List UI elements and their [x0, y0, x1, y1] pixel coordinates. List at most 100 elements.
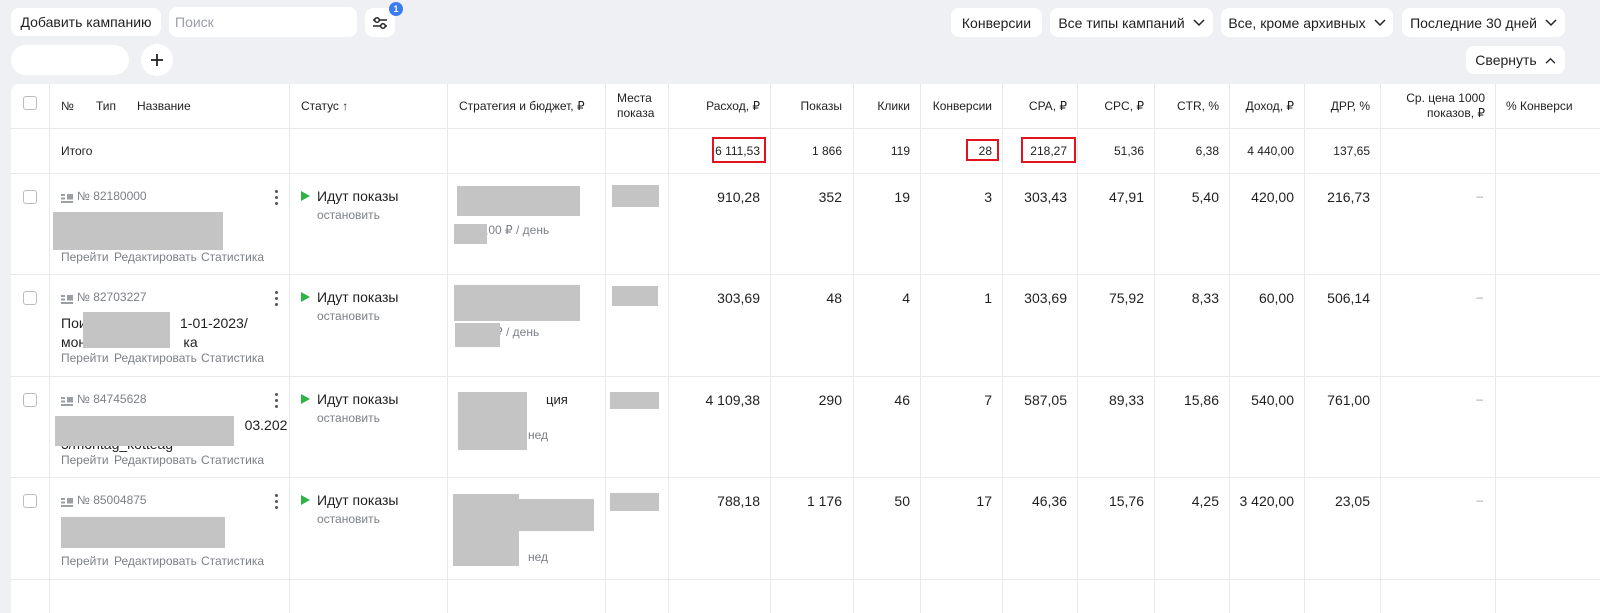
conversions-button[interactable]: Конверсии	[951, 8, 1042, 37]
row-checkbox[interactable]	[23, 494, 37, 508]
row-checkbox[interactable]	[23, 291, 37, 305]
cell-clicks: 46	[894, 392, 910, 408]
redacted-block	[610, 493, 659, 511]
campaign-id-text: № 82180000	[77, 189, 147, 203]
go-link[interactable]: Перейти	[61, 554, 109, 568]
stats-link[interactable]: Статистика	[201, 554, 264, 568]
cell-spend: 303,69	[717, 290, 760, 306]
header-clicks[interactable]: Клики	[877, 99, 910, 114]
cpm-value: –	[1476, 392, 1483, 406]
header-places[interactable]: Места показа	[617, 91, 654, 121]
cell-cpa: 303,69	[1024, 290, 1067, 306]
header-cpm-line2: показов, ₽	[1427, 106, 1485, 120]
redacted-block	[454, 224, 487, 244]
header-cpm[interactable]: Ср. цена 1000 показов, ₽	[1406, 91, 1485, 121]
cell-clicks: 19	[894, 189, 910, 205]
budget-text: нед	[528, 428, 549, 442]
totals-revenue: 4 440,00	[1247, 144, 1294, 158]
stats-link[interactable]: Статистика	[201, 351, 264, 365]
status-text: Идут показы	[317, 391, 399, 407]
add-filter-button[interactable]	[141, 44, 173, 76]
header-spend[interactable]: Расход, ₽	[706, 99, 760, 114]
saved-filter-pill[interactable]	[11, 45, 129, 75]
redacted-block	[610, 392, 659, 409]
archive-filter-dropdown[interactable]: Все, кроме архивных	[1221, 8, 1393, 37]
stop-link[interactable]: остановить	[317, 309, 380, 323]
collapse-label: Свернуть	[1475, 52, 1537, 68]
cell-ctr: 5,40	[1191, 189, 1219, 205]
edit-link[interactable]: Редактировать	[114, 453, 197, 467]
header-impressions[interactable]: Показы	[801, 99, 842, 114]
select-all-checkbox[interactable]	[23, 96, 37, 110]
header-ctr[interactable]: CTR, %	[1177, 99, 1219, 114]
edit-link[interactable]: Редактировать	[114, 250, 197, 264]
period-dropdown[interactable]: Последние 30 дней	[1402, 8, 1565, 37]
more-actions-icon[interactable]	[275, 190, 279, 205]
campaign-id-text: № 85004875	[77, 493, 147, 507]
redacted-block	[454, 285, 580, 321]
cell-impressions: 1 176	[806, 493, 842, 509]
totals-impressions: 1 866	[811, 144, 842, 158]
cell-revenue: 3 420,00	[1239, 493, 1295, 509]
cell-cpc: 89,33	[1108, 392, 1144, 408]
campaign-id[interactable]: № 82180000	[61, 189, 147, 203]
cell-impressions: 48	[826, 290, 842, 306]
totals-cpc: 51,36	[1113, 144, 1144, 158]
more-actions-icon[interactable]	[275, 393, 279, 408]
header-type[interactable]: Тип	[96, 99, 116, 114]
campaign-types-dropdown[interactable]: Все типы кампаний	[1050, 8, 1213, 37]
header-places-line2: показа	[617, 106, 655, 120]
cell-drr: 216,73	[1327, 189, 1370, 205]
campaign-id[interactable]: № 84745628	[61, 392, 147, 406]
status-text: Идут показы	[317, 492, 399, 508]
more-actions-icon[interactable]	[275, 291, 279, 306]
header-places-line1: Места	[617, 91, 652, 105]
chevron-down-icon	[1193, 18, 1205, 26]
cpm-value: –	[1476, 493, 1483, 507]
edit-link[interactable]: Редактировать	[114, 351, 197, 365]
campaign-id[interactable]: № 82703227	[61, 290, 147, 304]
row-checkbox[interactable]	[23, 190, 37, 204]
status-running: Идут показы	[301, 391, 398, 407]
status-running: Идут показы	[301, 492, 398, 508]
more-actions-icon[interactable]	[275, 494, 279, 509]
stop-link[interactable]: остановить	[317, 208, 380, 222]
status-text: Идут показы	[317, 289, 399, 305]
redacted-block	[83, 312, 170, 348]
stats-link[interactable]: Статистика	[201, 453, 264, 467]
collapse-button[interactable]: Свернуть	[1466, 46, 1565, 74]
header-num[interactable]: №	[61, 99, 74, 114]
row-checkbox[interactable]	[23, 393, 37, 407]
edit-link[interactable]: Редактировать	[114, 554, 197, 568]
campaign-type-icon	[61, 496, 73, 507]
go-link[interactable]: Перейти	[61, 453, 109, 467]
cell-spend: 788,18	[717, 493, 760, 509]
header-conversions[interactable]: Конверсии	[933, 99, 992, 114]
header-name[interactable]: Название	[137, 99, 191, 114]
redacted-block	[457, 186, 580, 216]
header-drr[interactable]: ДРР, %	[1331, 99, 1370, 114]
cell-clicks: 4	[902, 290, 910, 306]
header-cpc[interactable]: CPC, ₽	[1104, 99, 1144, 114]
search-input[interactable]: Поиск	[169, 7, 357, 37]
redacted-block	[612, 286, 658, 306]
go-link[interactable]: Перейти	[61, 351, 109, 365]
plus-icon	[151, 54, 163, 66]
header-conv-pct[interactable]: % Конверси	[1506, 99, 1573, 114]
cpm-value: –	[1476, 189, 1483, 203]
cell-impressions: 290	[818, 392, 842, 408]
header-revenue[interactable]: Доход, ₽	[1246, 99, 1294, 114]
campaign-id[interactable]: № 85004875	[61, 493, 147, 507]
campaign-type-icon	[61, 192, 73, 203]
stats-link[interactable]: Статистика	[201, 250, 264, 264]
stop-link[interactable]: остановить	[317, 411, 380, 425]
stop-link[interactable]: остановить	[317, 512, 380, 526]
redacted-block	[612, 185, 659, 207]
header-cpa[interactable]: CPA, ₽	[1029, 99, 1067, 114]
header-status[interactable]: Статус ↑	[301, 99, 348, 114]
go-link[interactable]: Перейти	[61, 250, 109, 264]
play-icon	[301, 495, 310, 505]
cell-cpa: 587,05	[1024, 392, 1067, 408]
add-campaign-button[interactable]: Добавить кампанию	[11, 8, 161, 36]
header-strategy[interactable]: Стратегия и бюджет, ₽	[459, 99, 585, 114]
